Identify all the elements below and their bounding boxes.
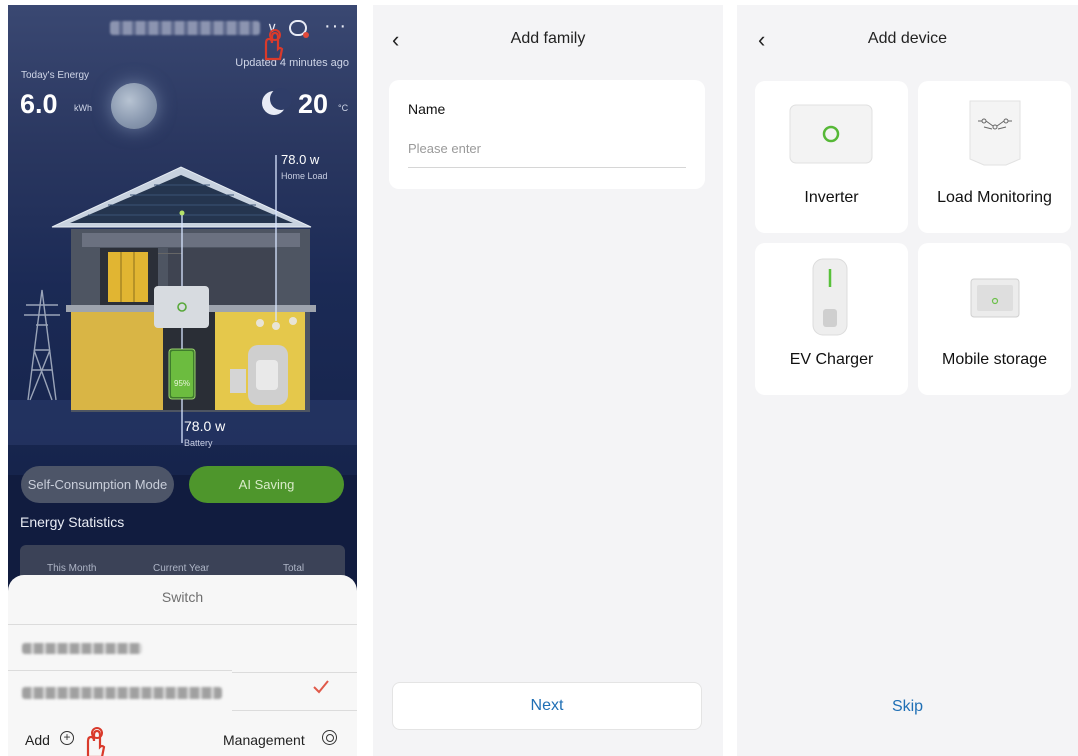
check-icon	[313, 680, 329, 694]
switch-sheet: Switch Add + Management	[8, 575, 357, 756]
family-name-input[interactable]	[408, 138, 686, 168]
add-plant-button[interactable]: Add	[25, 732, 50, 748]
divider	[8, 670, 232, 671]
device-label: Mobile storage	[942, 351, 1047, 368]
switch-sheet-title: Switch	[161, 589, 204, 605]
home-load-label: Home Load	[281, 171, 328, 181]
page-title: Add device	[867, 30, 948, 47]
moon-icon	[111, 83, 157, 129]
temperature-value: 20	[298, 89, 329, 119]
device-label: Load Monitoring	[937, 189, 1052, 206]
gear-icon[interactable]	[322, 730, 337, 745]
mobile-storage-icon	[970, 278, 1020, 318]
tab-current-year[interactable]: Current Year	[153, 563, 209, 574]
tap-hand-icon	[86, 727, 106, 756]
tab-this-month[interactable]: This Month	[47, 563, 96, 574]
temperature-unit: °C	[338, 103, 349, 113]
load-monitoring-icon	[969, 100, 1021, 166]
battery-percent: 95%	[174, 379, 191, 388]
plant-name-blurred[interactable]	[110, 21, 260, 35]
page-title: Add family	[510, 30, 586, 47]
skip-button[interactable]: Skip	[737, 698, 1078, 716]
battery-power-value: 78.0 w	[184, 418, 226, 434]
divider	[232, 710, 357, 711]
next-button[interactable]: Next	[392, 682, 702, 730]
battery-label: Battery	[184, 438, 213, 448]
plant-list-item-selected[interactable]	[22, 687, 222, 699]
device-card-load-monitoring[interactable]: Load Monitoring	[918, 81, 1071, 233]
plant-list-item[interactable]	[22, 643, 142, 654]
device-card-inverter[interactable]: Inverter	[755, 81, 908, 233]
house-illustration	[8, 155, 357, 445]
more-icon[interactable]: ···	[324, 15, 347, 38]
device-label: Inverter	[804, 189, 859, 206]
message-icon[interactable]	[289, 20, 309, 38]
device-card-mobile-storage[interactable]: Mobile storage	[918, 243, 1071, 395]
ev-charger-icon	[812, 258, 848, 336]
add-circle-icon[interactable]: +	[60, 731, 74, 745]
tap-hand-icon	[264, 29, 284, 61]
name-label: Name	[408, 101, 446, 117]
today-energy-label: Today's Energy	[21, 70, 90, 81]
inverter-icon	[789, 104, 873, 164]
home-screen: ∨ ··· Updated 4 minutes ago Today's Ener…	[8, 5, 357, 756]
management-button[interactable]: Management	[223, 732, 305, 748]
tab-total[interactable]: Total	[283, 563, 304, 574]
home-load-value: 78.0 w	[281, 152, 320, 167]
power-tower-icon	[24, 289, 60, 401]
self-consumption-mode-button[interactable]: Self-Consumption Mode	[21, 466, 174, 503]
energy-statistics-title: Energy Statistics	[20, 514, 125, 530]
ai-saving-button[interactable]: AI Saving	[189, 466, 344, 503]
divider	[232, 672, 357, 673]
updated-time: Updated 4 minutes ago	[235, 57, 349, 69]
device-label: EV Charger	[789, 351, 874, 368]
today-energy-unit: kWh	[74, 103, 92, 113]
device-card-ev-charger[interactable]: EV Charger	[755, 243, 908, 395]
add-family-screen: ‹ Add family Name Next	[373, 5, 723, 756]
divider	[8, 624, 357, 625]
add-device-screen: ‹ Add device Inverter Load Monitoring EV…	[737, 5, 1078, 756]
family-name-card: Name	[389, 80, 705, 189]
today-energy-value: 6.0	[20, 89, 58, 119]
crescent-moon-icon	[262, 88, 292, 115]
